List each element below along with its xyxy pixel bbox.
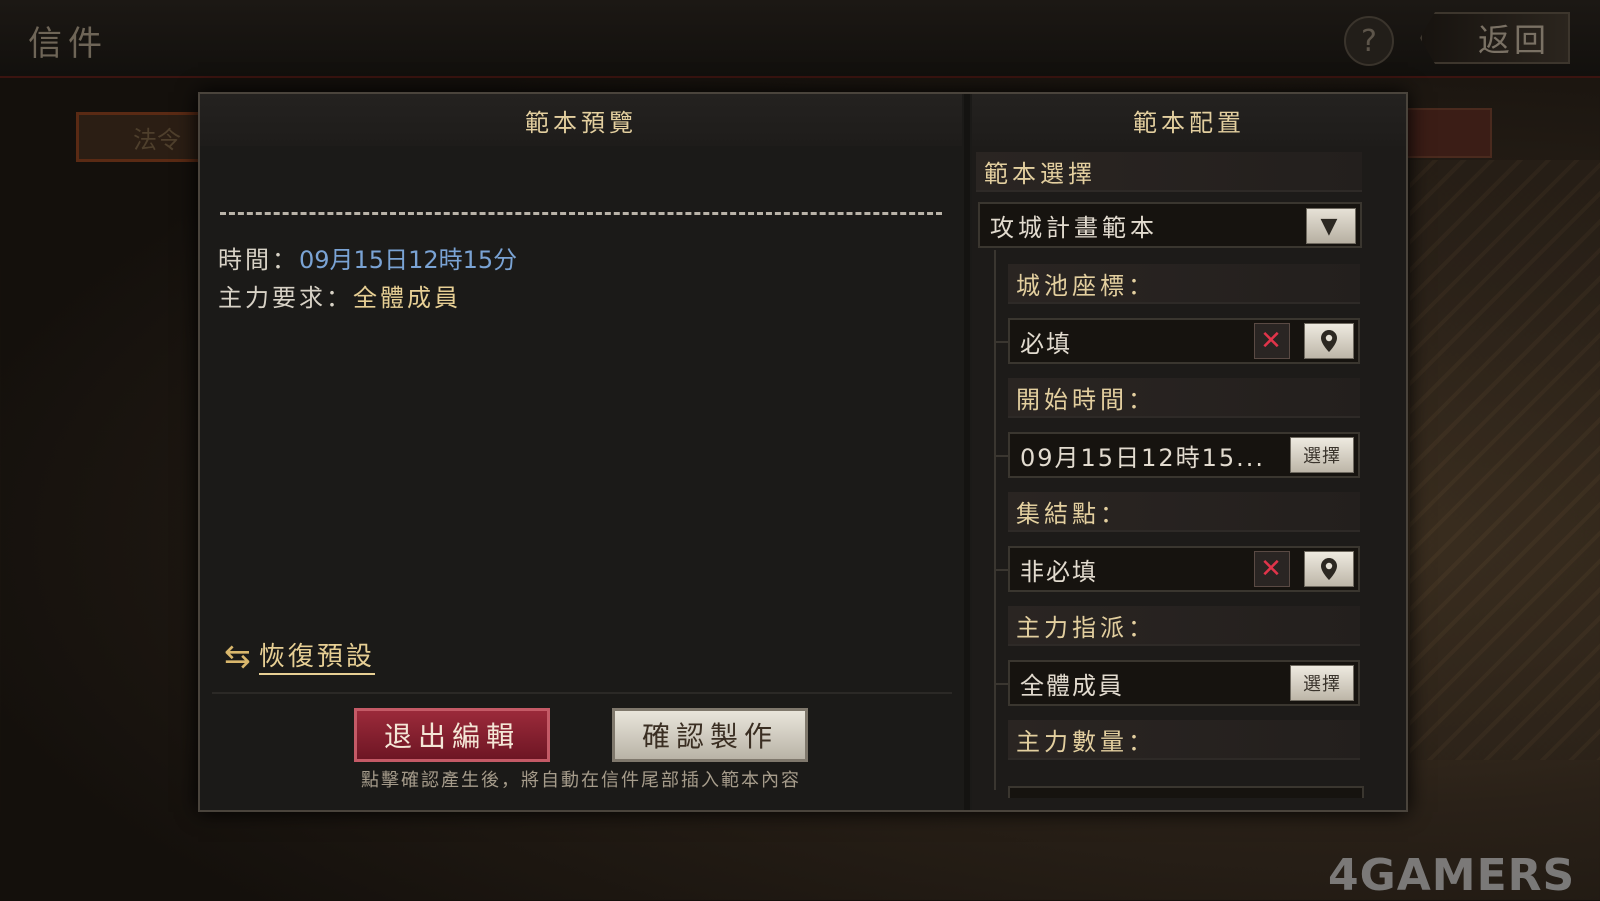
tree-tick: [994, 683, 1008, 685]
config-header: 範本配置: [972, 94, 1406, 146]
start-time-label: 開始時間：: [1008, 378, 1360, 418]
pane-divider: [964, 94, 970, 810]
refresh-icon: ⇆: [224, 636, 251, 675]
restore-default-label: 恢復預設: [258, 636, 375, 675]
city-coord-field[interactable]: 必填 ✕: [1008, 318, 1360, 364]
main-assign-pick-button[interactable]: 選擇: [1290, 665, 1354, 701]
start-time-pick-button[interactable]: 選擇: [1290, 437, 1354, 473]
main-count-label: 主力數量：: [1008, 720, 1360, 760]
tree-tick: [994, 341, 1008, 343]
preview-pane: 範本預覽 時間：09月15日12時15分 主力要求：全體成員 ⇆ 恢復預設 退出…: [200, 94, 962, 810]
city-coord-location-button[interactable]: [1304, 323, 1354, 359]
chevron-down-icon[interactable]: ▼: [1306, 208, 1356, 244]
preview-header: 範本預覽: [200, 94, 962, 146]
city-coord-value: 必填: [1020, 329, 1072, 358]
restore-default-link[interactable]: ⇆ 恢復預設: [224, 636, 375, 675]
main-count-field[interactable]: [1008, 786, 1364, 798]
top-bar: 信件 ? 返回: [0, 0, 1600, 78]
rally-point-label: 集結點：: [1008, 492, 1360, 532]
page-title: 信件: [28, 24, 108, 64]
close-icon: ✕: [1260, 554, 1284, 584]
confirm-create-button[interactable]: 確認製作: [612, 708, 808, 762]
city-coord-label: 城池座標：: [1008, 264, 1360, 304]
preview-main-value: 全體成員: [353, 284, 461, 312]
preview-time-value: 09月15日12時15分: [299, 246, 518, 274]
background-tab: 法令: [76, 112, 216, 162]
main-assign-label: 主力指派：: [1008, 606, 1360, 646]
start-time-field[interactable]: 09月15日12時15... 選擇: [1008, 432, 1360, 478]
clear-rally-point-button[interactable]: ✕: [1254, 551, 1290, 587]
watermark: 4GAMERS: [1328, 850, 1576, 901]
preview-time-label: 時間：: [218, 246, 299, 274]
rally-point-location-button[interactable]: [1304, 551, 1354, 587]
preview-main-line: 主力要求：全體成員: [218, 278, 461, 313]
config-pane: 範本配置 範本選擇 攻城計畫範本 ▼ 城池座標： 必填 ✕ 開始時間： 09月1…: [972, 94, 1406, 810]
start-time-value: 09月15日12時15...: [1020, 443, 1266, 472]
dashed-divider: [220, 212, 942, 215]
tree-connector: [994, 250, 996, 790]
map-pin-icon: [1321, 558, 1337, 580]
main-assign-field[interactable]: 全體成員 選擇: [1008, 660, 1360, 706]
map-pin-icon: [1321, 330, 1337, 352]
template-dialog: 範本預覽 時間：09月15日12時15分 主力要求：全體成員 ⇆ 恢復預設 退出…: [198, 92, 1408, 812]
template-select-label: 範本選擇: [976, 152, 1362, 192]
footer-note: 點擊確認產生後，將自動在信件尾部插入範本內容: [361, 770, 801, 791]
template-select[interactable]: 攻城計畫範本 ▼: [978, 202, 1362, 248]
preview-time-line: 時間：09月15日12時15分: [218, 240, 517, 275]
rally-point-field[interactable]: 非必填 ✕: [1008, 546, 1360, 592]
question-icon: ?: [1361, 23, 1377, 59]
tree-tick: [994, 569, 1008, 571]
footer-divider: [212, 692, 952, 694]
background-tab-label: 法令: [133, 125, 181, 154]
back-button[interactable]: 返回: [1420, 12, 1570, 64]
exit-edit-button[interactable]: 退出編輯: [354, 708, 550, 762]
template-select-value: 攻城計畫範本: [990, 213, 1158, 242]
preview-main-label: 主力要求：: [218, 284, 353, 312]
rally-point-value: 非必填: [1020, 557, 1098, 586]
clear-city-coord-button[interactable]: ✕: [1254, 323, 1290, 359]
close-icon: ✕: [1260, 326, 1284, 356]
tree-tick: [994, 455, 1008, 457]
help-button[interactable]: ?: [1344, 16, 1394, 66]
main-assign-value: 全體成員: [1020, 671, 1124, 700]
background-decoration: [1410, 160, 1600, 760]
